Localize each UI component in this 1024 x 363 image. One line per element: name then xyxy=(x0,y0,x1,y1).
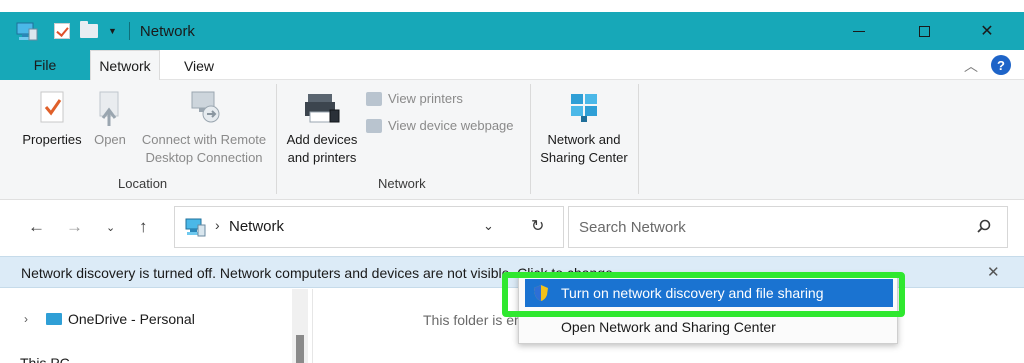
search-box[interactable]: Search Network xyxy=(568,206,1008,248)
forward-arrow-icon[interactable]: → xyxy=(66,217,83,237)
back-arrow-icon[interactable]: ← xyxy=(28,217,45,237)
tab-view[interactable]: View xyxy=(170,50,228,81)
address-bar[interactable]: › Network ⌄ ↻ xyxy=(174,206,564,248)
onedrive-folder-icon xyxy=(46,313,62,325)
maximize-button[interactable] xyxy=(895,12,953,50)
view-device-webpage-button[interactable]: View device webpage xyxy=(366,118,514,133)
address-dropdown-icon[interactable]: ⌄ xyxy=(483,218,494,234)
view-printers-label: View printers xyxy=(388,91,463,106)
nav-item-this-pc[interactable]: This PC xyxy=(20,355,70,363)
view-printers-icon xyxy=(366,91,382,106)
nav-item-onedrive[interactable]: › OneDrive - Personal xyxy=(24,311,195,327)
properties-icon xyxy=(40,91,64,123)
new-folder-quick-icon[interactable] xyxy=(80,21,98,38)
connect-remote-desktop-button[interactable]: Connect with Remote Desktop Connection xyxy=(136,90,272,167)
network-sharing-center-icon xyxy=(571,94,597,122)
nav-item-onedrive-label: OneDrive - Personal xyxy=(68,311,195,327)
menu-item-open-sharing-center-label: Open Network and Sharing Center xyxy=(561,319,776,335)
navigation-bar: ← → ⌄ ↑ › Network ⌄ ↻ Search Network xyxy=(0,200,1024,255)
group-separator xyxy=(530,84,531,194)
properties-label: Properties xyxy=(22,132,82,147)
connect-remote-label-1: Connect with Remote xyxy=(141,132,267,147)
nav-scrollbar[interactable] xyxy=(292,289,308,363)
up-arrow-icon[interactable]: ↑ xyxy=(139,217,148,237)
printer-icon xyxy=(305,94,340,123)
refresh-icon[interactable]: ↻ xyxy=(531,216,544,236)
view-printers-button[interactable]: View printers xyxy=(366,91,463,106)
connect-remote-label-2: Desktop Connection xyxy=(145,150,263,165)
group-separator xyxy=(638,84,639,194)
tab-network[interactable]: Network xyxy=(90,50,160,81)
tab-file[interactable]: File xyxy=(0,50,90,80)
properties-quick-icon[interactable] xyxy=(54,23,70,39)
network-location-icon xyxy=(185,218,206,237)
group-separator xyxy=(276,84,277,194)
quick-access-toolbar: ▼ xyxy=(54,21,117,39)
search-icon[interactable] xyxy=(977,219,991,233)
open-label: Open xyxy=(94,132,126,147)
help-icon[interactable]: ? xyxy=(991,55,1011,75)
customize-toolbar-dropdown-icon[interactable]: ▼ xyxy=(108,26,117,36)
add-devices-label-2: and printers xyxy=(287,150,357,165)
network-sharing-center-button[interactable]: Network and Sharing Center xyxy=(536,92,632,167)
window-title: Network xyxy=(139,22,195,40)
add-devices-label-1: Add devices xyxy=(286,132,358,147)
infobar-close-icon[interactable]: ✕ xyxy=(987,263,1000,281)
properties-button[interactable]: Properties xyxy=(20,90,84,149)
minimize-button[interactable] xyxy=(830,12,888,50)
ribbon-panel: Properties Open Connect with Remote Desk… xyxy=(0,80,1024,200)
title-separator xyxy=(128,22,130,40)
network-folder-icon xyxy=(16,20,38,42)
network-sharing-label-2: Sharing Center xyxy=(540,150,628,165)
navigation-pane: › OneDrive - Personal This PC xyxy=(0,289,312,363)
open-button[interactable]: Open xyxy=(92,90,128,149)
maximize-icon xyxy=(918,25,930,37)
minimize-ribbon-chevron-icon[interactable]: ︿ xyxy=(964,56,978,76)
group-label-location: Location xyxy=(118,176,168,191)
search-placeholder: Search Network xyxy=(579,219,686,236)
scrollbar-thumb[interactable] xyxy=(296,335,304,363)
open-icon xyxy=(99,91,119,126)
recent-locations-chevron-icon[interactable]: ⌄ xyxy=(106,221,115,234)
view-device-webpage-label: View device webpage xyxy=(388,118,514,133)
remote-desktop-icon xyxy=(191,91,220,123)
annotation-highlight-box xyxy=(502,272,905,317)
ribbon-tabs: File Network View ︿ ? xyxy=(0,50,1024,81)
group-label-network: Network xyxy=(378,176,426,191)
breadcrumb-network[interactable]: Network xyxy=(229,218,284,235)
breadcrumb-chevron-icon[interactable]: › xyxy=(215,217,220,233)
network-sharing-label-1: Network and xyxy=(547,132,621,147)
minimize-icon xyxy=(853,30,865,32)
expand-chevron-icon[interactable]: › xyxy=(24,312,46,326)
close-button[interactable]: ✕ xyxy=(958,12,1016,50)
add-devices-and-printers-button[interactable]: Add devices and printers xyxy=(282,90,362,167)
title-bar: ▼ Network ✕ xyxy=(0,12,1024,50)
menu-item-open-sharing-center[interactable]: Open Network and Sharing Center xyxy=(525,313,893,341)
view-device-webpage-icon xyxy=(366,118,382,133)
